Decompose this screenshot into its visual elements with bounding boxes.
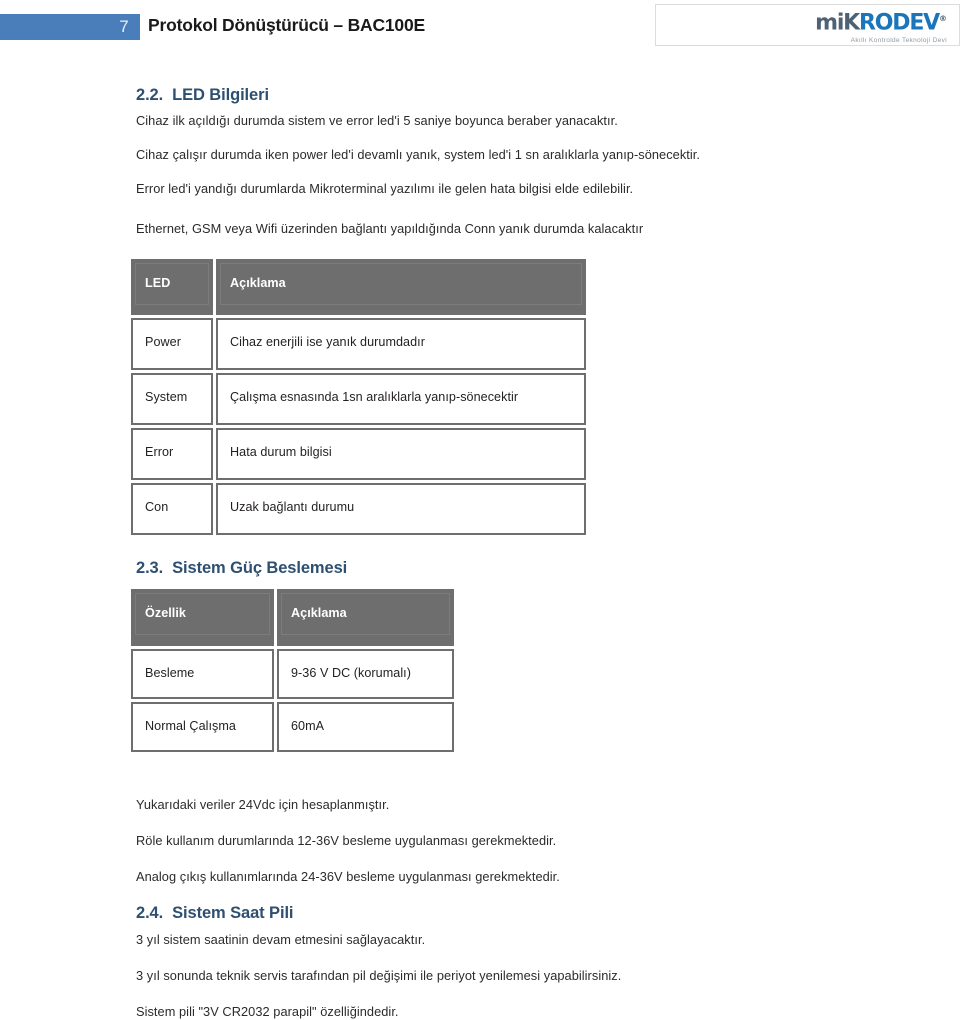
led-table-wrapper: LED Açıklama Power Cihaz enerjili ise ya… xyxy=(128,256,589,538)
power-value-besleme: 9-36 V DC (korumalı) xyxy=(291,666,411,680)
power-table-header-cell-aciklama: Açıklama xyxy=(277,589,454,646)
led-table-header-label-led: LED xyxy=(145,276,171,290)
led-desc-system: Çalışma esnasında 1sn aralıklarla yanıp-… xyxy=(230,390,519,404)
registered-trademark-icon: ® xyxy=(939,14,947,23)
power-cell-value: 60mA xyxy=(277,702,454,752)
led-name-system: System xyxy=(145,390,188,404)
power-value-normal-calisma: 60mA xyxy=(291,719,325,733)
led-table-header-cell-aciklama: Açıklama xyxy=(216,259,586,315)
led-paragraph-2: Cihaz çalışır durumda iken power led'i d… xyxy=(136,147,701,162)
power-cell-property: Normal Çalışma xyxy=(131,702,274,752)
page-number-bar: 7 xyxy=(0,14,140,40)
brand-logo-wordmark: miKRODEV® xyxy=(815,8,947,34)
section-heading-led: 2.2. LED Bilgileri xyxy=(136,86,269,105)
power-cell-value: 9-36 V DC (korumalı) xyxy=(277,649,454,699)
led-name-power: Power xyxy=(145,335,181,349)
section-number-power: 2.3. xyxy=(136,559,164,577)
led-paragraph-4: Ethernet, GSM veya Wifi üzerinden bağlan… xyxy=(136,221,644,236)
section-title-led: LED Bilgileri xyxy=(172,86,269,104)
led-table: LED Açıklama Power Cihaz enerjili ise ya… xyxy=(128,256,589,538)
table-row: Con Uzak bağlantı durumu xyxy=(131,483,586,535)
power-table-header-cell-ozellik: Özellik xyxy=(131,589,274,646)
section-heading-power: 2.3. Sistem Güç Beslemesi xyxy=(136,559,347,578)
table-row: System Çalışma esnasında 1sn aralıklarla… xyxy=(131,373,586,425)
battery-paragraph-2: 3 yıl sonunda teknik servis tarafından p… xyxy=(136,968,622,983)
power-table-header-label-aciklama: Açıklama xyxy=(291,606,347,620)
table-row: Error Hata durum bilgisi xyxy=(131,428,586,480)
led-paragraph-3: Error led'i yandığı durumlarda Mikroterm… xyxy=(136,181,634,196)
section-title-battery: Sistem Saat Pili xyxy=(172,904,294,922)
section-number-battery: 2.4. xyxy=(136,904,164,922)
brand-logo-wordmark-part2: RODEV xyxy=(859,10,940,36)
led-cell-name: Error xyxy=(131,428,213,480)
section-number-led: 2.2. xyxy=(136,86,164,104)
battery-paragraph-1: 3 yıl sistem saatinin devam etmesini sağ… xyxy=(136,932,426,947)
power-note-3: Analog çıkış kullanımlarında 24-36V besl… xyxy=(136,869,560,884)
power-table-header-label-ozellik: Özellik xyxy=(145,606,186,620)
power-table-header-row: Özellik Açıklama xyxy=(131,589,454,646)
power-supply-table: Özellik Açıklama Besleme 9-36 V DC (koru… xyxy=(128,586,457,755)
power-table-wrapper: Özellik Açıklama Besleme 9-36 V DC (koru… xyxy=(128,586,457,755)
battery-paragraph-3: Sistem pili "3V CR2032 parapil" özelliği… xyxy=(136,1004,399,1019)
led-cell-desc: Uzak bağlantı durumu xyxy=(216,483,586,535)
led-cell-desc: Çalışma esnasında 1sn aralıklarla yanıp-… xyxy=(216,373,586,425)
led-paragraph-1: Cihaz ilk açıldığı durumda sistem ve err… xyxy=(136,113,618,128)
led-table-header-row: LED Açıklama xyxy=(131,259,586,315)
led-name-con: Con xyxy=(145,500,169,514)
page-number: 7 xyxy=(119,17,129,36)
power-note-1: Yukarıdaki veriler 24Vdc için hesaplanmı… xyxy=(136,797,390,812)
led-cell-name: System xyxy=(131,373,213,425)
power-cell-property: Besleme xyxy=(131,649,274,699)
led-cell-name: Power xyxy=(131,318,213,370)
table-row: Normal Çalışma 60mA xyxy=(131,702,454,752)
led-cell-desc: Cihaz enerjili ise yanık durumdadır xyxy=(216,318,586,370)
brand-logo-wordmark-part1: miK xyxy=(815,10,860,36)
power-property-normal-calisma: Normal Çalışma xyxy=(145,719,236,733)
table-row: Besleme 9-36 V DC (korumalı) xyxy=(131,649,454,699)
brand-logo: miKRODEV® Akıllı Kontrolde Teknoloji Dev… xyxy=(815,8,947,45)
power-property-besleme: Besleme xyxy=(145,666,195,680)
led-cell-desc: Hata durum bilgisi xyxy=(216,428,586,480)
section-heading-battery: 2.4. Sistem Saat Pili xyxy=(136,904,294,923)
section-title-power: Sistem Güç Beslemesi xyxy=(172,559,348,577)
power-note-2: Röle kullanım durumlarında 12-36V beslem… xyxy=(136,833,557,848)
led-cell-name: Con xyxy=(131,483,213,535)
led-table-header-label-aciklama: Açıklama xyxy=(230,276,286,290)
led-table-header-cell-led: LED xyxy=(131,259,213,315)
page-header: 7 Protokol Dönüştürücü – BAC100E miKRODE… xyxy=(0,0,960,56)
brand-logo-box: miKRODEV® Akıllı Kontrolde Teknoloji Dev… xyxy=(655,4,960,46)
brand-logo-tagline: Akıllı Kontrolde Teknoloji Devi xyxy=(850,37,947,45)
led-name-error: Error xyxy=(145,445,174,459)
table-row: Power Cihaz enerjili ise yanık durumdadı… xyxy=(131,318,586,370)
led-desc-con: Uzak bağlantı durumu xyxy=(230,500,355,514)
led-desc-power: Cihaz enerjili ise yanık durumdadır xyxy=(230,335,425,349)
document-title: Protokol Dönüştürücü – BAC100E xyxy=(148,15,425,35)
led-desc-error: Hata durum bilgisi xyxy=(230,445,332,459)
